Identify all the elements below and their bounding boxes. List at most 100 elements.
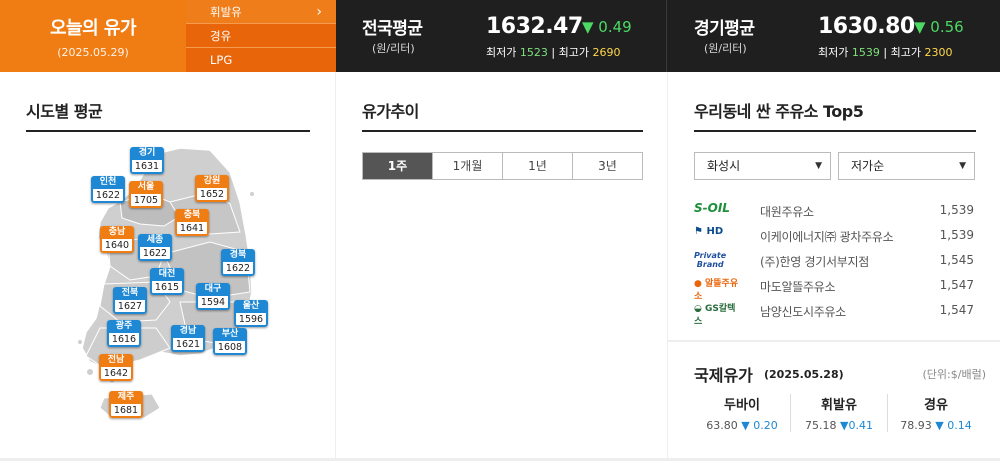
region-price: 1621 bbox=[171, 338, 205, 352]
price-bar: 전국평균 (원/리터) 1632.47 ▼ 0.49 최저가 1523 | 최고… bbox=[336, 0, 1000, 72]
list-item[interactable]: ⚑ HD 이케이에너지㈜ 광차주유소 1,539 bbox=[694, 224, 974, 249]
region-select-value: 화성시 bbox=[707, 159, 741, 173]
region-price: 1627 bbox=[113, 300, 147, 314]
region-minmax: 최저가 1539 | 최고가 2300 bbox=[818, 46, 953, 59]
max-value: 2300 bbox=[924, 46, 953, 59]
region-name: 서울 bbox=[129, 181, 163, 194]
region-daegu[interactable]: 대구 1594 bbox=[196, 283, 230, 310]
region-name: 인천 bbox=[91, 176, 125, 189]
region-gangwon[interactable]: 강원 1652 bbox=[195, 175, 229, 202]
region-price: 1615 bbox=[150, 281, 184, 295]
region-name: 대전 bbox=[150, 268, 184, 281]
station-price: 1,547 bbox=[939, 303, 974, 317]
region-price: 1622 bbox=[91, 189, 125, 203]
intl-change: ▼0.41 bbox=[840, 419, 873, 432]
region-price: 1622 bbox=[138, 247, 172, 261]
page-title: 오늘의 유가 bbox=[49, 18, 137, 39]
intl-prices: 두바이 63.80 ▼ 0.20 휘발유 75.18 ▼0.41 경유 78.9… bbox=[694, 394, 984, 432]
tab-1-week[interactable]: 1주 bbox=[363, 153, 432, 179]
intl-value: 78.93 ▼ 0.14 bbox=[900, 419, 972, 432]
national-average-unit: (원/리터) bbox=[372, 42, 415, 55]
region-name: 대구 bbox=[196, 283, 230, 296]
region-name: 충남 bbox=[100, 226, 134, 239]
max-label: 최고가 bbox=[890, 46, 921, 59]
intl-gasoline: 휘발유 75.18 ▼0.41 bbox=[790, 394, 887, 432]
region-incheon[interactable]: 인천 1622 bbox=[91, 176, 125, 203]
region-price: 1622 bbox=[221, 262, 255, 276]
region-name: 경북 bbox=[221, 249, 255, 262]
tab-gasoline[interactable]: 휘발유 › bbox=[186, 0, 336, 24]
list-item[interactable]: S-OIL 대원주유소 1,539 bbox=[694, 199, 974, 224]
region-gyeonggi[interactable]: 경기 1631 bbox=[130, 147, 164, 174]
page-date: (2025.05.29) bbox=[57, 46, 129, 59]
chevron-down-icon: ▼ bbox=[959, 161, 966, 171]
max-value: 2690 bbox=[592, 46, 621, 59]
region-name: 세종 bbox=[138, 234, 172, 247]
hd-hyundai-logo-icon: ⚑ HD bbox=[694, 226, 724, 237]
region-price: 1681 bbox=[109, 404, 143, 418]
region-chungnam[interactable]: 충남 1640 bbox=[100, 226, 134, 253]
station-name: (주)한영 경기서부지점 bbox=[760, 255, 869, 269]
region-seoul[interactable]: 서울 1705 bbox=[129, 181, 163, 208]
intl-change: ▼ 0.20 bbox=[741, 419, 778, 432]
intl-diesel: 경유 78.93 ▼ 0.14 bbox=[887, 394, 984, 432]
region-name: 충북 bbox=[175, 209, 209, 222]
national-average: 전국평균 (원/리터) 1632.47 ▼ 0.49 최저가 1523 | 최고… bbox=[336, 0, 666, 72]
sort-select[interactable]: 저가순 ▼ bbox=[838, 152, 975, 180]
trend-title: 유가추이 bbox=[362, 102, 419, 121]
intl-name: 경유 bbox=[924, 398, 948, 413]
divider bbox=[666, 0, 667, 72]
region-jeju[interactable]: 제주 1681 bbox=[109, 391, 143, 418]
tab-diesel[interactable]: 경유 bbox=[186, 24, 336, 48]
region-price: 1652 bbox=[195, 188, 229, 202]
region-select[interactable]: 화성시 ▼ bbox=[694, 152, 831, 180]
tab-1-year[interactable]: 1년 bbox=[502, 153, 572, 179]
region-name: 강원 bbox=[195, 175, 229, 188]
intl-name: 두바이 bbox=[724, 398, 760, 413]
top5-panel: 우리동네 싼 주유소 Top5 화성시 ▼ 저가순 ▼ S-OIL 대원주유소 … bbox=[668, 72, 1000, 458]
min-value: 1539 bbox=[851, 46, 880, 59]
station-list: S-OIL 대원주유소 1,539 ⚑ HD 이케이에너지㈜ 광차주유소 1,5… bbox=[694, 199, 974, 327]
region-ulsan[interactable]: 울산 1596 bbox=[234, 300, 268, 327]
region-price: 1631 bbox=[130, 160, 164, 174]
tab-1-month[interactable]: 1개월 bbox=[432, 153, 502, 179]
intl-value: 63.80 ▼ 0.20 bbox=[706, 419, 778, 432]
region-name: 전북 bbox=[113, 287, 147, 300]
region-average-unit: (원/리터) bbox=[704, 42, 747, 55]
region-average-label: 경기평균 bbox=[694, 19, 755, 39]
region-jeonnam[interactable]: 전남 1642 bbox=[99, 354, 133, 381]
national-average-price: 1632.47 bbox=[486, 14, 583, 39]
intl-dubai: 두바이 63.80 ▼ 0.20 bbox=[694, 394, 790, 432]
list-item[interactable]: Private Brand (주)한영 경기서부지점 1,545 bbox=[694, 249, 974, 274]
station-price: 1,539 bbox=[939, 203, 974, 217]
station-price: 1,545 bbox=[939, 253, 974, 267]
station-name: 이케이에너지㈜ 광차주유소 bbox=[760, 230, 894, 244]
min-value: 1523 bbox=[519, 46, 548, 59]
tab-lpg[interactable]: LPG bbox=[186, 48, 336, 72]
top5-title: 우리동네 싼 주유소 Top5 bbox=[694, 102, 864, 121]
national-average-label: 전국평균 bbox=[362, 19, 423, 39]
tab-gasoline-label: 휘발유 bbox=[210, 5, 242, 19]
region-name: 제주 bbox=[109, 391, 143, 404]
region-chungbuk[interactable]: 충북 1641 bbox=[175, 209, 209, 236]
region-busan[interactable]: 부산 1608 bbox=[213, 328, 247, 355]
region-jeonbuk[interactable]: 전북 1627 bbox=[113, 287, 147, 314]
gs-caltex-logo-icon: ◒ GS칼텍스 bbox=[694, 304, 736, 327]
national-average-change: ▼ 0.49 bbox=[582, 18, 632, 36]
region-price: 1608 bbox=[213, 341, 247, 355]
list-item[interactable]: ◒ GS칼텍스 남양신도시주유소 1,547 bbox=[694, 299, 974, 327]
region-sejong[interactable]: 세종 1622 bbox=[138, 234, 172, 261]
max-label: 최고가 bbox=[558, 46, 589, 59]
region-daejeon[interactable]: 대전 1615 bbox=[150, 268, 184, 295]
region-name: 전남 bbox=[99, 354, 133, 367]
region-gwangju[interactable]: 광주 1616 bbox=[107, 320, 141, 347]
title-underline bbox=[694, 130, 976, 132]
list-item[interactable]: ● 알뜰주유소 마도알뜰주유소 1,547 bbox=[694, 274, 974, 302]
region-gyeongnam[interactable]: 경남 1621 bbox=[171, 325, 205, 352]
national-minmax: 최저가 1523 | 최고가 2690 bbox=[486, 46, 621, 59]
region-average-price: 1630.80 bbox=[818, 14, 915, 39]
intl-name: 휘발유 bbox=[821, 398, 857, 413]
brand-block: 오늘의 유가 (2025.05.29) bbox=[0, 0, 186, 72]
tab-3-year[interactable]: 3년 bbox=[572, 153, 642, 179]
region-gyeongbuk[interactable]: 경북 1622 bbox=[221, 249, 255, 276]
